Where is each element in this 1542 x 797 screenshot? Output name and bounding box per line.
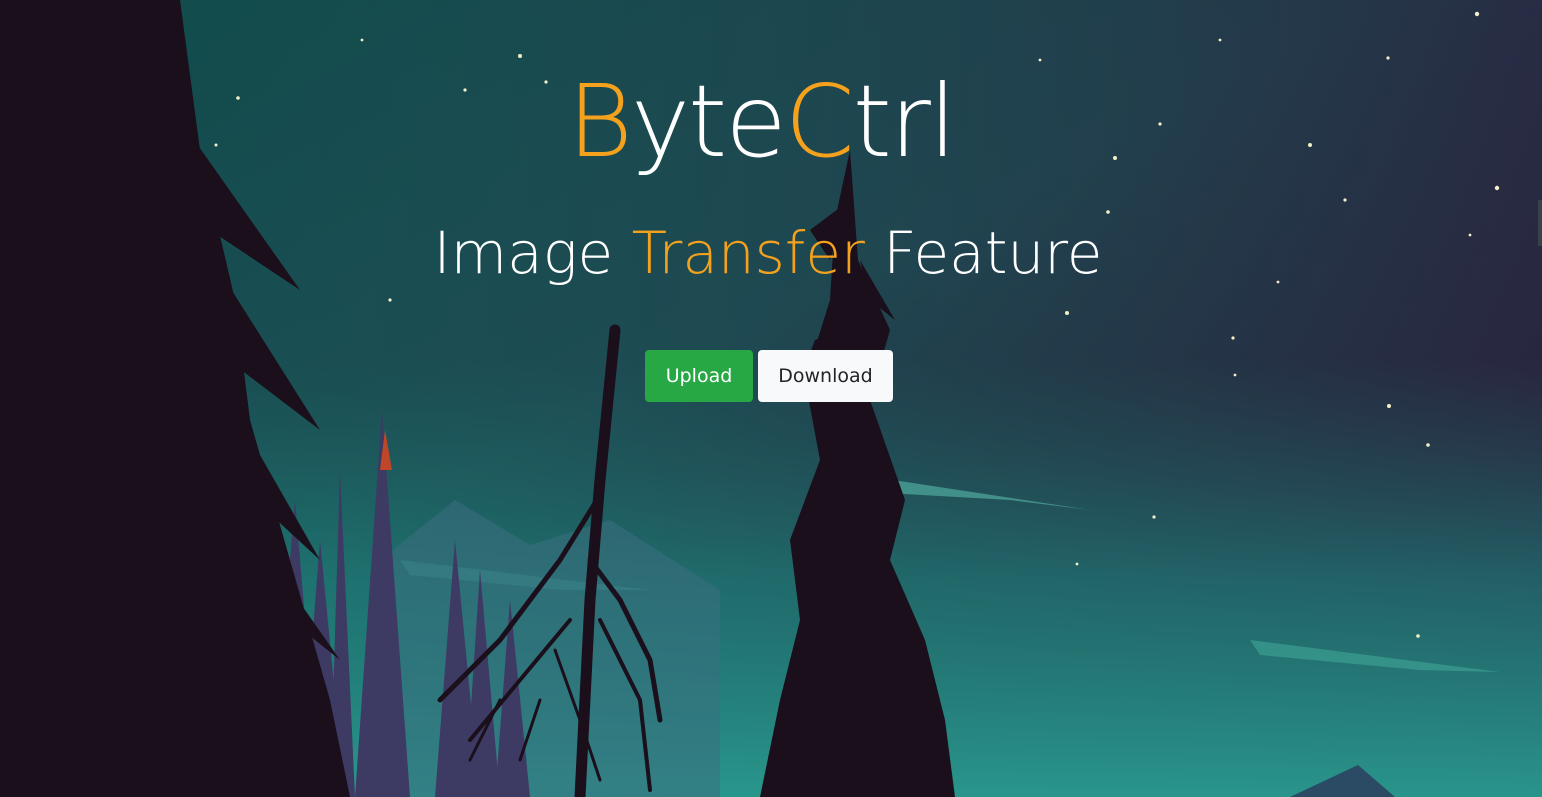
subtitle-word-feature: Feature [883,219,1103,287]
subtitle-word-image: Image [433,219,614,287]
page-subtitle: Image Transfer Feature [0,219,1539,287]
brand-part-trl: trl [852,63,957,180]
page-scrollbar[interactable] [1538,0,1542,797]
hero-section: ByteCtrl Image Transfer Feature Upload D… [0,0,1542,797]
upload-button[interactable]: Upload [645,350,753,402]
scrollbar-thumb[interactable] [1538,200,1542,246]
download-button[interactable]: Download [758,350,893,402]
brand-part-yte: yte [630,63,787,180]
brand-part-b: B [567,63,632,180]
subtitle-word-transfer: Transfer [631,219,865,287]
action-buttons: Upload Download [645,350,893,402]
brand-part-c: C [784,63,855,180]
brand-logo: ByteCtrl [0,64,1532,179]
